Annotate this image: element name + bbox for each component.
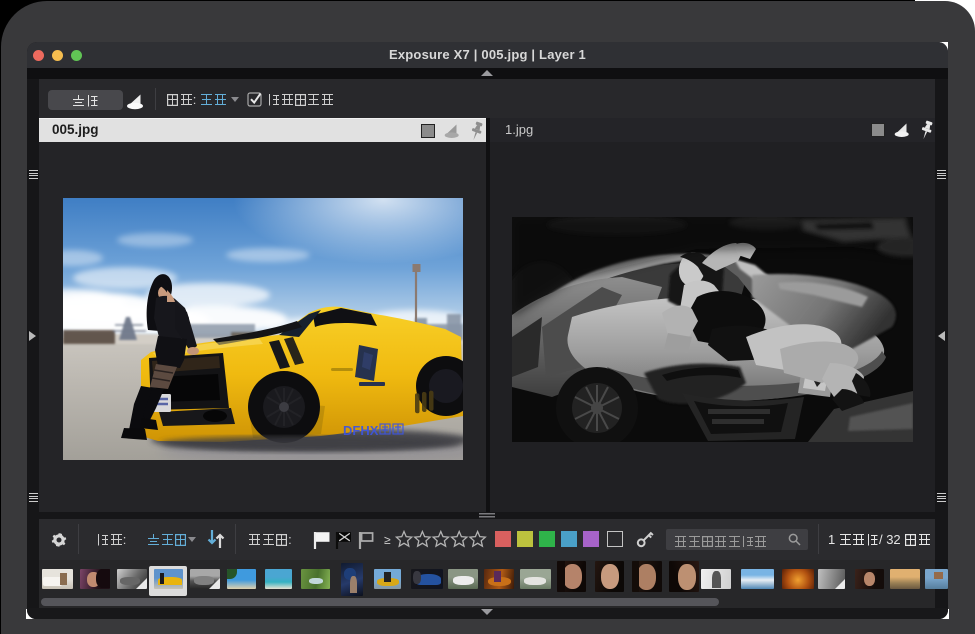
- svg-text:DFHX: DFHX: [343, 423, 379, 438]
